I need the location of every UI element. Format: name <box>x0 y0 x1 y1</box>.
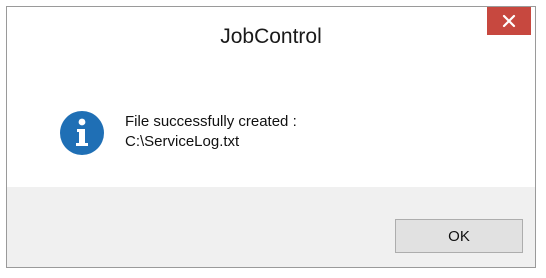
title-bar[interactable]: JobControl <box>7 7 535 69</box>
ok-button[interactable]: OK <box>395 219 523 253</box>
message-text: File successfully created : C:\ServiceLo… <box>125 112 297 152</box>
close-icon <box>502 14 516 28</box>
dialog-content: File successfully created : C:\ServiceLo… <box>7 69 535 187</box>
message-line-2: C:\ServiceLog.txt <box>125 133 240 150</box>
button-bar: OK <box>7 187 535 267</box>
info-icon <box>60 111 104 155</box>
close-button[interactable] <box>487 7 531 35</box>
message-dialog: JobControl File successfully created : C… <box>6 6 536 268</box>
message-line-1: File successfully created : <box>125 113 297 130</box>
window-title: JobControl <box>220 25 322 48</box>
